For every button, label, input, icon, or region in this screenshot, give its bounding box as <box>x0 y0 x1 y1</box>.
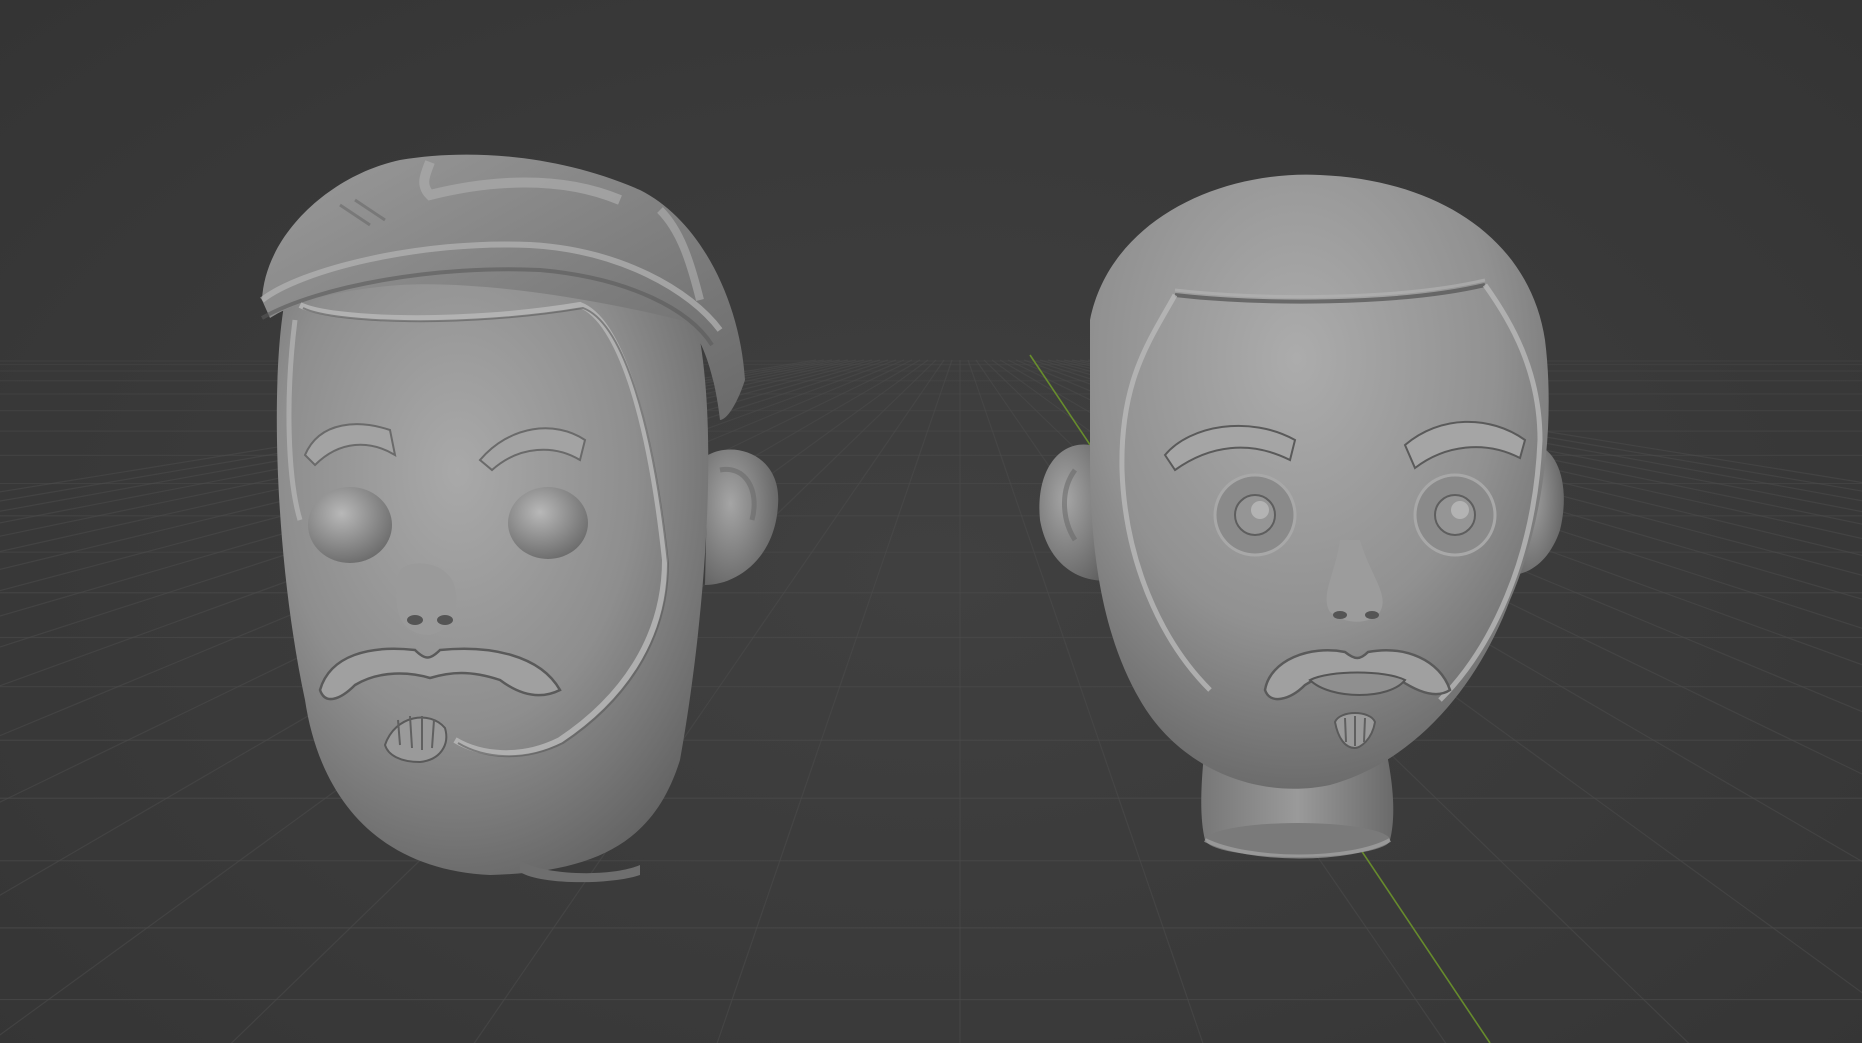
viewport-canvas <box>0 154 1862 1043</box>
eye-left-1 <box>308 487 392 563</box>
ear-left-head <box>705 449 779 585</box>
3d-viewport[interactable] <box>0 0 1862 1043</box>
head-with-cap[interactable] <box>260 154 779 883</box>
head-body-right <box>1090 174 1549 789</box>
head-with-neck[interactable] <box>1039 174 1564 859</box>
eye-left-2 <box>508 487 588 559</box>
head-body-left <box>276 254 709 875</box>
eye-right-1 <box>1213 473 1297 557</box>
eye-right-2 <box>1413 473 1497 557</box>
